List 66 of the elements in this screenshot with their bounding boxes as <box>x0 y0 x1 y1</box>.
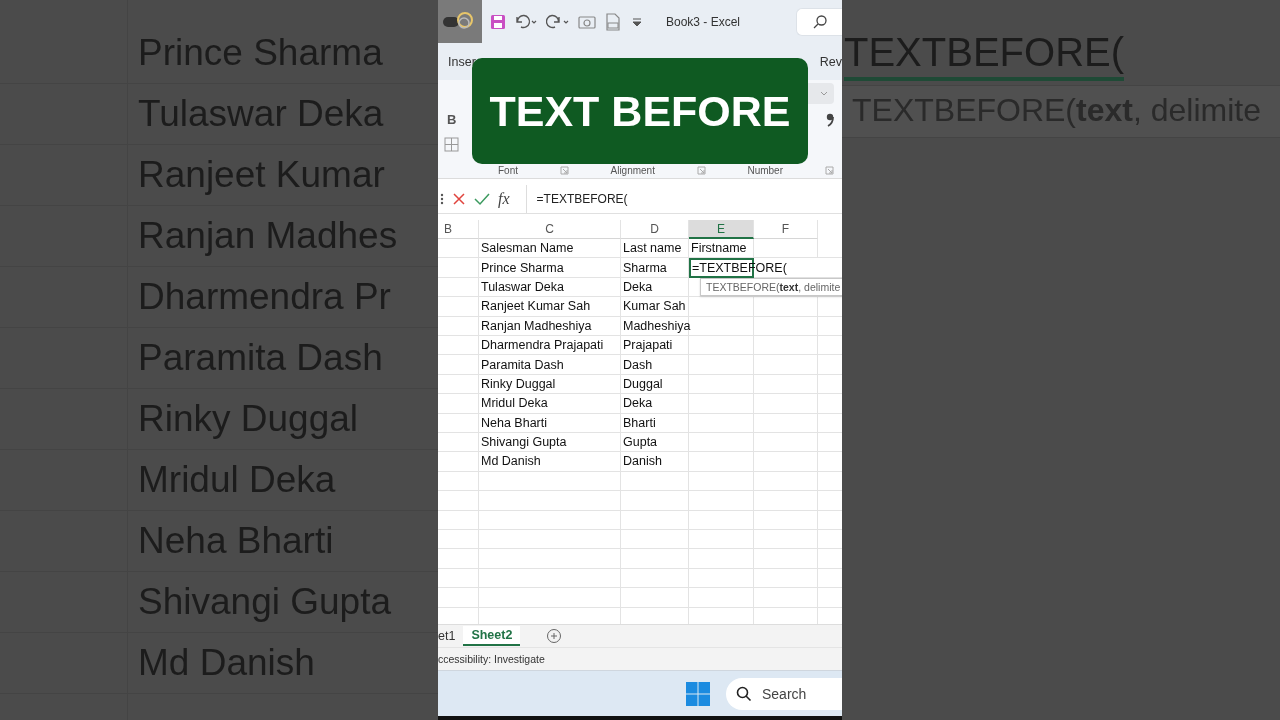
search-button[interactable] <box>796 7 842 36</box>
close-icon[interactable] <box>452 192 466 206</box>
group-label: Font <box>498 164 518 176</box>
sheet-tab[interactable]: Sheet2 <box>463 626 521 646</box>
table-cell[interactable]: Danish <box>623 454 662 469</box>
table-cell[interactable]: Rinky Duggal <box>481 376 556 391</box>
window-title: Book3 - Excel <box>666 14 741 29</box>
document-icon[interactable] <box>604 12 622 31</box>
add-icon <box>546 628 563 644</box>
table-cell[interactable]: Prince Sharma <box>481 260 564 275</box>
table-cell[interactable]: Paramita Dash <box>481 357 564 372</box>
table-cell[interactable]: Sharma <box>623 260 667 275</box>
table-cell[interactable]: Tulaswar Deka <box>481 279 564 294</box>
table-cell[interactable]: Dharmendra Prajapati <box>481 338 604 353</box>
camera-icon[interactable] <box>578 13 596 30</box>
ribbon-tab[interactable]: Rev <box>819 54 842 69</box>
dialog-launcher-icon[interactable] <box>696 165 706 175</box>
group-label: Number <box>747 164 783 176</box>
search-icon <box>736 685 752 702</box>
autosave-toggle[interactable] <box>438 0 482 43</box>
table-cell[interactable]: Ranjeet Kumar Sah <box>481 299 591 314</box>
table-cell[interactable]: Dash <box>623 357 653 372</box>
status-text: ccessibility: Investigate <box>438 653 545 665</box>
table-cell[interactable]: Gupta <box>623 435 658 450</box>
group-label: Alignment <box>610 164 655 176</box>
undo-icon[interactable] <box>514 13 538 30</box>
column-header[interactable]: B <box>438 220 479 239</box>
dropdown-field[interactable] <box>806 83 834 104</box>
table-cell[interactable]: Last name <box>623 241 682 256</box>
save-icon[interactable] <box>490 13 506 30</box>
column-header[interactable]: D <box>621 220 689 239</box>
table-cell[interactable]: Mridul Deka <box>481 396 548 411</box>
table-cell[interactable]: Deka <box>623 279 653 294</box>
dialog-launcher-icon[interactable] <box>560 165 569 175</box>
search-icon <box>811 13 828 30</box>
table-cell[interactable]: Deka <box>623 396 653 411</box>
table-cell[interactable]: Md Danish <box>481 454 541 469</box>
table-cell[interactable]: Duggal <box>623 376 663 391</box>
check-icon[interactable] <box>474 192 490 206</box>
dialog-launcher-icon[interactable] <box>825 165 834 175</box>
table-cell[interactable]: Firstname <box>691 241 747 256</box>
table-cell[interactable]: Shivangi Gupta <box>481 435 567 450</box>
insert-function-button[interactable]: fx <box>498 190 510 208</box>
redo-icon[interactable] <box>546 13 570 30</box>
table-cell[interactable]: Neha Bharti <box>481 415 547 430</box>
bold-button[interactable]: B <box>444 112 460 127</box>
windows-icon[interactable] <box>686 681 710 706</box>
add-sheet-button[interactable] <box>546 628 563 644</box>
ribbon-tab[interactable]: Inser <box>448 54 476 69</box>
customize-icon[interactable] <box>630 15 644 28</box>
table-cell[interactable]: Ranjan Madheshiya <box>481 318 592 333</box>
column-header[interactable]: F <box>754 220 818 239</box>
table-cell[interactable]: Bharti <box>623 415 656 430</box>
more-icon[interactable] <box>440 193 444 205</box>
search-field[interactable]: Search <box>726 677 842 710</box>
table-cell[interactable]: Kumar Sah <box>623 299 686 314</box>
table-cell[interactable]: Madheshiya <box>623 318 691 333</box>
sheet-tab[interactable]: et1 <box>438 626 464 646</box>
column-header[interactable]: C <box>479 220 621 239</box>
table-cell[interactable]: Prajapati <box>623 338 673 353</box>
table-cell[interactable]: Salesman Name <box>481 241 574 256</box>
column-header[interactable]: E <box>689 220 754 239</box>
chevron-icon <box>820 90 828 97</box>
borders-icon[interactable] <box>444 137 459 152</box>
comma-style-icon[interactable] <box>826 112 834 127</box>
function-tooltip: TEXTBEFORE(text, delimite <box>700 278 842 296</box>
